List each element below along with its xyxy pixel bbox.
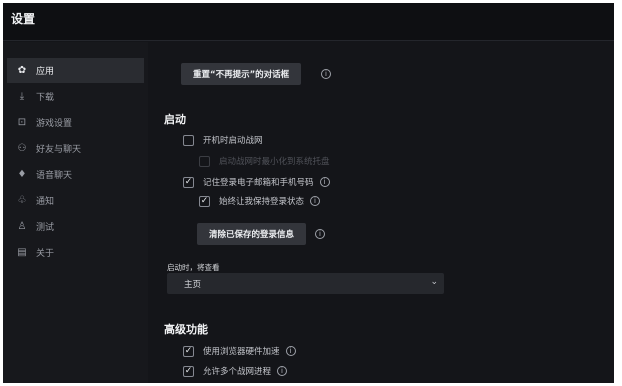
sidebar-item-label: 关于 [36,249,55,259]
sidebar-item-label: 通知 [36,197,55,207]
sidebar-item-label: 游戏设置 [36,119,73,129]
remember-email-checkbox[interactable]: ✓ [183,176,194,188]
keep-logged-in-label: 始终让我保持登录状态 [219,197,305,207]
multiple-instances-label: 允许多个战网进程 [203,367,272,377]
multiple-instances-checkbox[interactable]: ✓ [183,365,194,377]
launch-on-startup-label: 开机时启动战网 [203,136,263,146]
keep-logged-in-row[interactable]: ✓ 始终让我保持登录状态 i [199,194,321,208]
sidebar-item-beta[interactable]: ♙ 测试 [7,214,144,239]
friends-icon: ⚇ [17,143,27,154]
bell-icon: ♧ [17,195,27,206]
sidebar-item-label: 语音聊天 [36,171,73,181]
window-title: 设置 [11,12,36,26]
title-bar: 设置 [3,3,614,41]
sidebar-item-app[interactable]: ✿ 应用 [7,58,144,83]
remember-email-label: 记住登录电子邮箱和手机号码 [203,178,314,188]
remember-email-row[interactable]: ✓ 记住登录电子邮箱和手机号码 i [183,175,330,189]
sidebar-item-friends-chat[interactable]: ⚇ 好友与聊天 [7,136,144,161]
launch-minimized-row: 启动战网时最小化到系统托盘 [199,154,330,168]
info-icon[interactable]: i [285,346,296,356]
info-icon[interactable]: i [277,366,288,376]
flask-icon: ♙ [17,221,27,232]
on-launch-select[interactable]: 主页 ⌄ [167,273,444,294]
on-launch-value: 主页 [184,279,202,290]
sidebar-item-label: 好友与聊天 [36,145,82,155]
launch-on-startup-row[interactable]: 开机时启动战网 [183,133,263,147]
chevron-down-icon: ⌄ [430,277,438,287]
info-icon[interactable]: i [315,229,325,239]
launch-minimized-checkbox [199,155,210,167]
info-icon[interactable]: i [319,177,330,187]
section-title-startup: 启动 [164,113,186,126]
sidebar-item-notifications[interactable]: ♧ 通知 [7,188,144,213]
clear-login-button[interactable]: 清除已保存的登录信息 [197,223,307,245]
sidebar-item-game-settings[interactable]: ⊡ 游戏设置 [7,110,144,135]
hardware-accel-row[interactable]: ✓ 使用浏览器硬件加速 i [183,344,296,358]
settings-content: 重置“不再提示”的对话框 i 启动 开机时启动战网 启动战网时最小化到系统托盘 … [148,42,614,383]
section-title-advanced: 高级功能 [164,323,208,336]
gear-icon: ✿ [17,65,27,76]
hardware-accel-checkbox[interactable]: ✓ [183,345,194,357]
sidebar-item-voice-chat[interactable]: ♦ 语音聊天 [7,162,144,187]
microphone-icon: ♦ [17,169,27,180]
sidebar-item-about[interactable]: ▤ 关于 [7,240,144,265]
info-icon[interactable]: i [310,196,321,206]
info-icon[interactable]: i [321,69,331,79]
document-icon: ▤ [17,247,27,258]
sidebar-item-label: 应用 [36,67,55,77]
sidebar-item-label: 下载 [36,93,55,103]
launch-on-startup-checkbox[interactable] [183,134,194,146]
reset-dialogs-button[interactable]: 重置“不再提示”的对话框 [181,63,302,85]
multiple-instances-row[interactable]: ✓ 允许多个战网进程 i [183,364,288,378]
on-launch-label: 启动时，将查看 [167,263,220,272]
sidebar-item-download[interactable]: ⤓ 下载 [7,84,144,109]
gamepad-icon: ⊡ [17,117,27,128]
keep-logged-in-checkbox[interactable]: ✓ [199,195,210,207]
launch-minimized-label: 启动战网时最小化到系统托盘 [219,157,330,167]
sidebar: ✿ 应用 ⤓ 下载 ⊡ 游戏设置 ⚇ 好友与聊天 ♦ 语音聊天 ♧ 通知 ♙ 测… [3,42,148,383]
settings-window: 设置 ✿ 应用 ⤓ 下载 ⊡ 游戏设置 ⚇ 好友与聊天 ♦ 语音聊天 ♧ 通知 … [3,3,614,383]
sidebar-item-label: 测试 [36,223,55,233]
hardware-accel-label: 使用浏览器硬件加速 [203,347,280,357]
download-icon: ⤓ [19,91,25,102]
